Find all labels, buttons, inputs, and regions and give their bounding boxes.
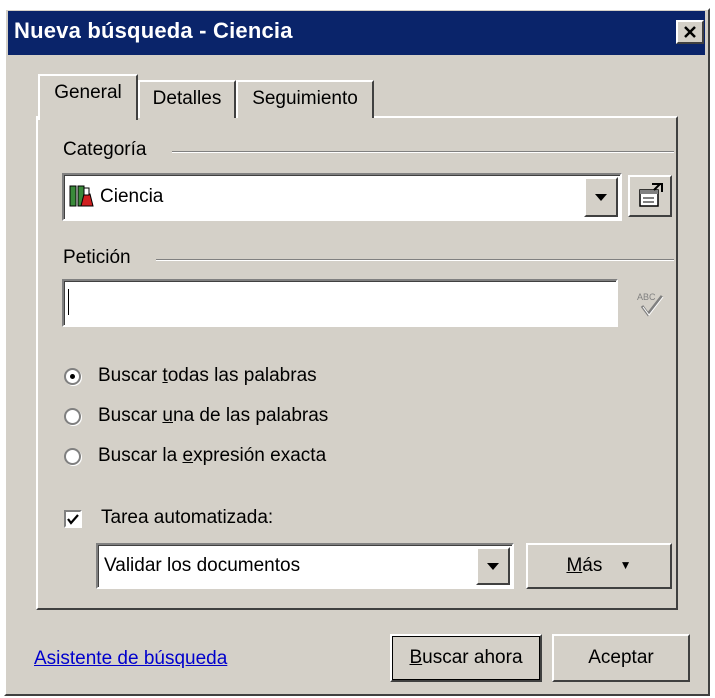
radio-exacta-circle <box>64 448 81 465</box>
radio-una[interactable] <box>64 408 81 425</box>
radio-todas-circle <box>64 368 81 385</box>
categoria-divider <box>172 151 674 153</box>
radio-exacta-label[interactable]: Buscar la expresión exacta <box>98 445 326 467</box>
tab-detalles[interactable]: Detalles <box>138 80 236 118</box>
radio-una-accel: u <box>162 405 173 426</box>
categoria-label: Categoría <box>63 139 147 160</box>
tarea-dropdown-button[interactable] <box>476 547 510 585</box>
tarea-checkbox[interactable] <box>64 510 82 528</box>
tab-general-label: General <box>54 82 122 103</box>
radio-exacta-accel: e <box>182 445 194 466</box>
radio-todas-text-b: odas las palabras <box>167 365 317 386</box>
radio-todas[interactable] <box>64 368 81 385</box>
radio-una-label[interactable]: Buscar una de las palabras <box>98 405 328 427</box>
radio-exacta-text-b: xpresión exacta <box>193 445 327 466</box>
categoria-value: Ciencia <box>100 186 164 207</box>
chevron-down-icon <box>487 563 499 570</box>
aceptar-label: Aceptar <box>588 647 654 668</box>
categoria-select[interactable]: Ciencia <box>62 173 622 221</box>
peticion-label: Petición <box>63 247 131 268</box>
categoria-properties-button[interactable] <box>628 175 672 217</box>
spellcheck-icon: ABC <box>637 292 664 317</box>
buscar-accel: B <box>409 647 423 668</box>
radio-una-text-b: na de las palabras <box>173 405 329 426</box>
buscar-ahora-button[interactable]: Buscar ahora <box>390 634 542 682</box>
tab-detalles-label: Detalles <box>152 88 222 109</box>
window-title: Nueva búsqueda - Ciencia <box>14 18 293 43</box>
asistente-busqueda-link[interactable]: Asistente de búsqueda <box>34 648 227 670</box>
tab-general[interactable]: General <box>38 74 138 120</box>
chevron-down-icon <box>595 194 607 201</box>
title-bar[interactable]: Nueva búsqueda - Ciencia <box>8 11 705 55</box>
radio-exacta[interactable] <box>64 448 81 465</box>
tarea-label[interactable]: Tarea automatizada: <box>101 507 273 529</box>
close-button[interactable] <box>676 20 704 44</box>
tab-seguimiento[interactable]: Seguimiento <box>236 80 374 118</box>
mas-accel: M <box>566 555 583 576</box>
mas-label: ás <box>582 555 603 576</box>
checkmark-icon <box>67 514 79 525</box>
svg-text:ABC: ABC <box>637 292 656 302</box>
tab-seguimiento-label: Seguimiento <box>252 88 358 109</box>
peticion-input[interactable] <box>62 279 618 327</box>
properties-icon <box>639 183 663 207</box>
radio-una-text-a: Buscar <box>98 405 163 426</box>
radio-todas-label[interactable]: Buscar todas las palabras <box>98 365 317 387</box>
categoria-dropdown-button[interactable] <box>584 177 618 217</box>
dropdown-arrow-icon: ▼ <box>619 558 632 572</box>
buscar-label: uscar ahora <box>422 647 523 668</box>
spellcheck-button[interactable]: ABC <box>628 283 672 325</box>
science-flask-icon <box>69 185 94 207</box>
peticion-divider <box>156 259 674 261</box>
radio-todas-text-a: Buscar <box>98 365 163 386</box>
mas-button[interactable]: Más ▼ <box>526 543 672 589</box>
aceptar-button[interactable]: Aceptar <box>552 634 690 682</box>
radio-selected-dot <box>70 374 75 379</box>
tarea-select[interactable]: Validar los documentos <box>96 543 514 589</box>
radio-una-circle <box>64 408 81 425</box>
radio-exacta-text-a: Buscar la <box>98 445 183 466</box>
tarea-value: Validar los documentos <box>104 555 301 576</box>
close-icon <box>684 26 696 38</box>
text-caret <box>68 289 69 315</box>
